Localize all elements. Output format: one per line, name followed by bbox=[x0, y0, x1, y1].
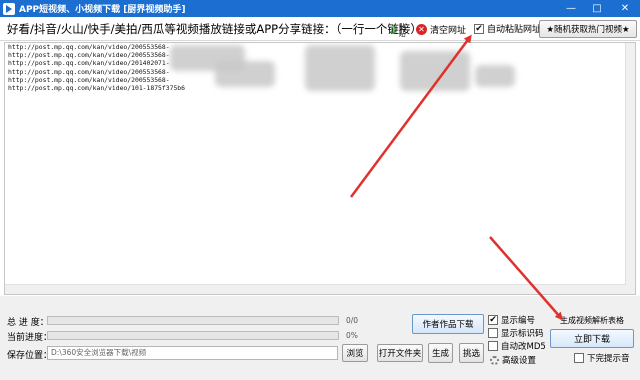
save-location-label: 保存位置： bbox=[7, 351, 53, 361]
browse-button[interactable]: 浏览 bbox=[342, 344, 368, 362]
show-mark-label: 显示标识码 bbox=[501, 329, 544, 339]
toolbar: 好看/抖音/火山/快手/美拍/西瓜等视频播放链接或APP分享链接：（一行一个链接… bbox=[0, 17, 640, 41]
current-progress-label: 当前进度： bbox=[7, 333, 53, 343]
pick-button[interactable]: 挑选 bbox=[459, 343, 484, 363]
minimize-button[interactable]: — bbox=[558, 0, 584, 17]
advanced-settings-label: 高级设置 bbox=[502, 356, 537, 366]
show-mark-checkbox[interactable]: 显示标识码 bbox=[488, 327, 544, 339]
clear-x-icon: ✕ bbox=[416, 23, 427, 35]
finish-sound-check-icon bbox=[574, 353, 584, 363]
paste-label: 粘贴 bbox=[398, 22, 407, 37]
show-mark-check-icon bbox=[488, 328, 498, 338]
save-path-input[interactable]: D:\360安全浏览器下载\视频 bbox=[47, 346, 338, 360]
auto-paste-label: 自动粘贴网址 bbox=[487, 25, 542, 35]
clear-urls-label: 清空网址 bbox=[430, 25, 467, 36]
horizontal-scrollbar[interactable] bbox=[5, 284, 626, 294]
show-number-checkbox[interactable]: ✔ 显示编号 bbox=[488, 314, 535, 326]
window-title: APP短视频、小视频下载 [厨界视频助手] bbox=[19, 5, 186, 15]
auto-paste-check-icon: ✔ bbox=[474, 23, 484, 34]
advanced-settings-button[interactable]: 高级设置 bbox=[490, 354, 536, 366]
vertical-scrollbar[interactable] bbox=[625, 43, 635, 294]
show-number-label: 显示编号 bbox=[501, 316, 536, 326]
auto-paste-checkbox[interactable]: ✔ 自动粘贴网址 bbox=[474, 22, 541, 35]
total-progress-bar bbox=[47, 316, 339, 325]
green-down-arrow-icon: ⇓ bbox=[388, 22, 399, 37]
finish-sound-label: 下完提示音 bbox=[587, 354, 630, 364]
random-hot-video-button[interactable]: ★随机获取热门视频★ bbox=[539, 20, 637, 38]
link-prompt-label: 好看/抖音/火山/快手/美拍/西瓜等视频播放链接或APP分享链接：（一行一个链接… bbox=[7, 22, 422, 36]
current-progress-bar bbox=[47, 331, 339, 340]
auto-md5-checkbox[interactable]: 自动改MD5 bbox=[488, 340, 546, 352]
open-folder-button[interactable]: 打开文件夹 bbox=[377, 344, 423, 362]
download-now-button[interactable]: 立即下载 bbox=[550, 329, 634, 348]
generate-parse-table-button[interactable]: 生成视频解析表格 bbox=[550, 313, 634, 327]
generate-button[interactable]: 生成 bbox=[428, 343, 453, 363]
bottom-panel: 总 进 度： 0/0 当前进度： 0% 保存位置： D:\360安全浏览器下载\… bbox=[0, 296, 640, 380]
paste-button[interactable]: ⇓ 粘贴 bbox=[388, 20, 410, 39]
total-progress-label: 总 进 度： bbox=[7, 318, 49, 328]
clear-urls-button[interactable]: ✕ 清空网址 bbox=[416, 21, 466, 37]
redaction-blur bbox=[305, 45, 375, 91]
current-progress-text: 0% bbox=[346, 331, 358, 340]
finish-sound-checkbox[interactable]: 下完提示音 bbox=[574, 352, 630, 364]
close-button[interactable]: ✕ bbox=[610, 0, 640, 17]
title-bar: APP短视频、小视频下载 [厨界视频助手] — □ ✕ bbox=[0, 0, 640, 17]
window-controls: — □ ✕ bbox=[558, 0, 640, 17]
redaction-blur bbox=[475, 65, 515, 87]
total-progress-text: 0/0 bbox=[346, 316, 359, 325]
author-works-download-button[interactable]: 作者作品下载 bbox=[412, 314, 484, 334]
maximize-button[interactable]: □ bbox=[584, 0, 610, 17]
show-number-check-icon: ✔ bbox=[488, 315, 498, 325]
auto-md5-label: 自动改MD5 bbox=[501, 342, 546, 352]
link-textarea[interactable]: http://post.mp.qq.com/kan/video/20055356… bbox=[4, 42, 636, 295]
app-play-icon bbox=[3, 2, 15, 15]
gear-icon bbox=[490, 355, 499, 365]
redaction-blur bbox=[215, 61, 275, 87]
auto-md5-check-icon bbox=[488, 341, 498, 351]
redaction-blur bbox=[400, 51, 470, 91]
